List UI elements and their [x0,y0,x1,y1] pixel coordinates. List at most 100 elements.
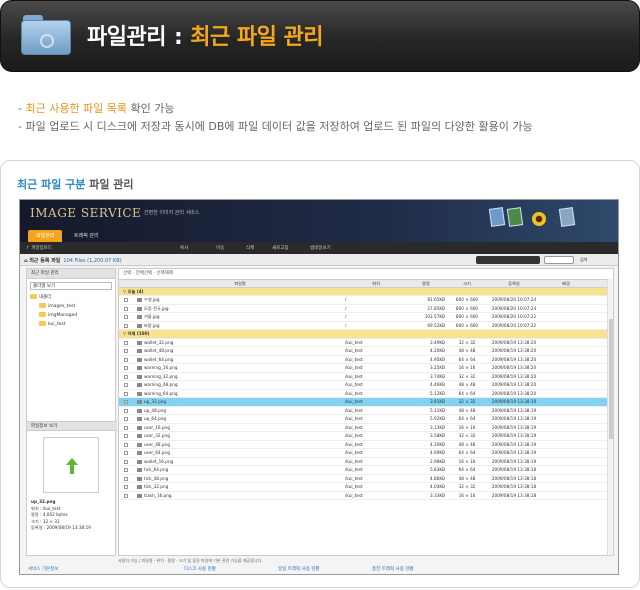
table-row[interactable]: 모음 전국.jpg / 27.85KB 800 × 600 2009/08/20 10:… [119,305,613,313]
selection-links[interactable]: 선택 · 전체선택 · 선택해제 [119,269,613,279]
col-date[interactable]: 등록일 [487,280,541,287]
table-row[interactable]: 수영.jpg / 81.65KB 800 × 600 2009/08/20 10:07:… [119,296,613,305]
tree-item[interactable]: 내폴더 [27,293,115,302]
table-row[interactable]: wallet_32.png/kui_test 3.49KB 32 × 32 2009/… [119,339,613,347]
cell-filename: trash_16.png [133,492,343,500]
row-checkbox[interactable] [119,407,133,415]
cell-size: 5.11KB [430,407,445,413]
filename-text: warning_32.png [144,373,178,379]
col-filename[interactable]: 파일명 [133,280,343,287]
tree-item[interactable]: images_test [27,302,115,311]
table-row[interactable]: warning_16.png/kui_test 3.25KB 16 × 16 2009… [119,364,613,373]
file-icon [137,340,142,345]
table-row[interactable]: 바람.jpg / 69.52KB 800 × 600 2009/08/20 10:07:… [119,322,613,330]
row-checkbox[interactable] [119,492,133,500]
col-size[interactable]: 용량 [407,280,447,287]
table-row[interactable]: warning_32.png/kui_test 3.74KB 32 × 32 2009… [119,373,613,381]
table-row[interactable]: tick_64.png/kui_test 5.83KB 64 × 64 2009/08… [119,466,613,475]
copy-button[interactable]: 복사 [180,245,188,251]
row-checkbox[interactable] [119,398,133,406]
filename-text: 겨울.jpg [144,314,160,319]
upload-button[interactable]: ↑ 파일업로드 [26,245,52,251]
table-row[interactable]: up_32.png/kui_test 3.91KB 32 × 32 2009/08/1… [119,398,613,407]
cell-location: / [345,297,347,302]
delete-button[interactable]: 삭제 [246,245,254,251]
row-checkbox[interactable] [119,373,133,381]
cell-location: /kui_test [345,416,363,421]
table-row[interactable]: user_48.png/kui_test 4.20KB 48 × 48 2009/08… [119,441,613,449]
table-row[interactable]: user_32.png/kui_test 3.58KB 32 × 32 2009/08… [119,432,613,441]
cell-background [541,492,591,500]
table-row[interactable]: warning_48.png/kui_test 4.46KB 48 × 48 2009… [119,381,613,390]
move-button[interactable]: 이동 [216,245,224,251]
row-checkbox[interactable] [119,466,133,474]
cell-location: /kui_test [345,365,363,370]
cell-background [541,432,591,440]
tab-traffic-manage[interactable]: 트래픽 관리 [66,230,107,242]
col-dimension[interactable]: 크기 [447,280,487,287]
table-row[interactable]: user_64.png/kui_test 4.69KB 64 × 64 2009/08… [119,449,613,458]
search-button[interactable]: 검색 [580,257,587,263]
filename-text: 수영.jpg [144,297,160,302]
path-title: ⌂ 최근 등록 파일 104 Files (1,200.07 KB) [24,258,122,264]
cell-background [541,415,591,423]
cell-filename: 바람.jpg [133,322,343,330]
thumbnail-button[interactable]: 썸네일보기 [310,245,331,251]
col-location[interactable]: 위치 [343,280,407,287]
row-checkbox[interactable] [119,364,133,372]
row-checkbox[interactable] [119,449,133,457]
cell-dimension: 48 × 48 [458,382,476,387]
row-checkbox[interactable] [119,296,133,304]
app-screenshot: IMAGE SERVICE 간편한 이미지 관리 서비스 파일관리 트래픽 관리… [19,199,619,575]
tree-item[interactable]: imgManaged [27,311,115,320]
row-checkbox[interactable] [119,475,133,483]
search-input[interactable] [544,256,574,264]
grid-scrollbar[interactable] [607,279,613,555]
scrollbar-thumb[interactable] [609,319,613,439]
table-body: ▽ 오늘 (4) 수영.jpg / 81.65KB 800 × 600 2009/08/2… [119,287,613,500]
table-row[interactable]: user_16.png/kui_test 3.13KB 16 × 16 2009/08… [119,424,613,432]
group-row[interactable]: ▽ 어제 (100) [119,330,613,339]
cell-size: 102.57KB [424,314,445,319]
row-checkbox[interactable] [119,441,133,449]
row-checkbox[interactable] [119,458,133,466]
table-row[interactable]: 겨울.jpg / 102.57KB 800 × 600 2009/08/20 10:07… [119,313,613,322]
cell-filename: warning_64.png [133,390,343,398]
cell-filename: wallet_64.png [133,356,343,364]
table-row[interactable]: up_64.png/kui_test 5.92KB 64 × 64 2009/08/1… [119,415,613,424]
table-row[interactable]: wallet_48.png/kui_test 4.20KB 48 × 48 2009/… [119,347,613,356]
tree-item[interactable]: kui_test [27,320,115,329]
row-checkbox[interactable] [119,305,133,313]
table-row[interactable]: up_48.png/kui_test 5.11KB 48 × 48 2009/08/1… [119,407,613,415]
table-row[interactable]: wallet_64.png/kui_test 4.95KB 64 × 64 2009/… [119,356,613,364]
cell-dimension: 32 × 32 [458,399,476,404]
row-checkbox[interactable] [119,381,133,389]
row-checkbox[interactable] [119,415,133,423]
row-checkbox[interactable] [119,483,133,491]
cell-location: /kui_test [345,492,363,498]
refresh-button[interactable]: 새로고침 [272,245,289,251]
group-row[interactable]: ▽ 오늘 (4) [119,287,613,296]
row-checkbox[interactable] [119,339,133,347]
view-select[interactable]: 폴더별 보기 [30,282,112,290]
cell-background [541,313,591,321]
row-checkbox[interactable] [119,347,133,355]
cell-date: 2009/08/19 13:38:18 [491,467,537,472]
tab-file-manage[interactable]: 파일관리 [28,230,63,242]
row-checkbox[interactable] [119,390,133,398]
table-row[interactable]: tick_48.png/kui_test 4.86KB 48 × 48 2009/08… [119,475,613,483]
cell-date: 2009/08/20 10:07:22 [491,322,537,328]
table-row[interactable]: trash_16.png/kui_test 3.33KB 16 × 16 2009/0… [119,492,613,500]
cell-location: /kui_test [345,348,363,353]
row-checkbox[interactable] [119,313,133,321]
row-checkbox[interactable] [119,432,133,440]
table-row[interactable]: tick_32.png/kui_test 4.04KB 32 × 32 2009/08… [119,483,613,492]
row-checkbox[interactable] [119,424,133,432]
table-row[interactable]: wallet_16.png/kui_test 2.98KB 16 × 16 2009/… [119,458,613,466]
col-background[interactable]: 배경 [541,280,591,287]
file-icon [137,357,142,362]
table-row[interactable]: warning_64.png/kui_test 5.12KB 64 × 64 2009… [119,390,613,398]
row-checkbox[interactable] [119,322,133,330]
search-select[interactable] [476,256,540,264]
row-checkbox[interactable] [119,356,133,364]
